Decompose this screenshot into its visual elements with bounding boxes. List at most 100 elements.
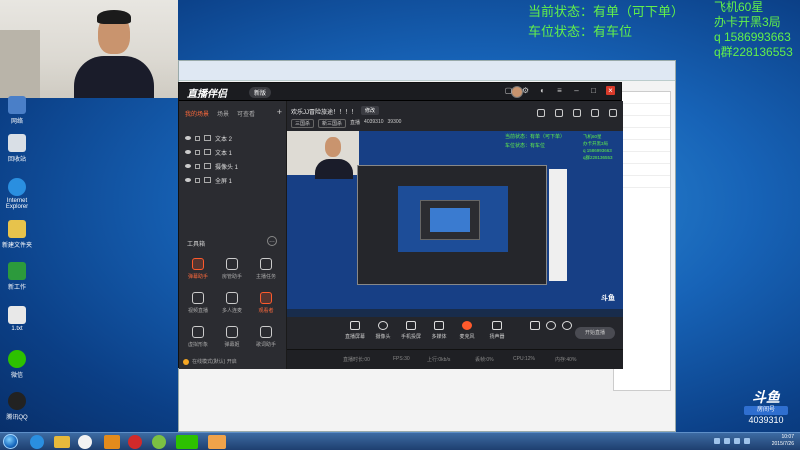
danmaku-icon [192, 258, 204, 270]
tool-multi-link[interactable]: 多人连麦 [215, 289, 249, 319]
media-button[interactable]: 多媒体 [427, 321, 451, 340]
windows-taskbar: 10:07 2015/7/26 [0, 432, 800, 450]
taskbar-chrome-icon[interactable] [78, 435, 92, 449]
category-tag[interactable]: 三国杀 [291, 119, 315, 128]
eye-icon[interactable] [185, 150, 191, 154]
tool-viewer[interactable]: 观看者 [249, 289, 283, 319]
preview-webcam [287, 131, 359, 179]
minimize-icon[interactable]: – [572, 86, 581, 95]
settings-icon[interactable] [609, 109, 617, 117]
eye-icon[interactable] [185, 136, 191, 140]
menu-icon[interactable]: ≡ [555, 86, 564, 95]
preview-contact-text: 飞机60星 办卡开黑3局 q 1586993663 q群228136553 [583, 134, 613, 160]
mode-notice[interactable]: 在线模式(默认) 开启 [183, 358, 237, 365]
maximize-icon[interactable]: □ [589, 86, 598, 95]
tray-icon[interactable] [744, 438, 750, 444]
lock-icon[interactable] [195, 163, 200, 169]
skin-icon[interactable]: ◐ [538, 86, 547, 95]
webcam-overlay [0, 0, 178, 98]
taskbar-folder-icon[interactable] [54, 436, 70, 448]
status-item: 上行:0kb/s [427, 357, 451, 363]
room-title: 欢乐JJ冒险旅途！！！！ [291, 110, 358, 116]
eye-icon[interactable] [185, 164, 191, 168]
taskbar-g-icon[interactable] [104, 435, 120, 449]
lock-icon[interactable] [555, 109, 563, 117]
desktop-icon-txt[interactable]: 1.txt [2, 306, 32, 332]
taskbar-netease-icon[interactable] [128, 435, 142, 449]
source-controls: 直播屏幕 摄像头 手机投屏 多媒体 麦克风 扬声器 开始直播 [287, 317, 623, 349]
status-item: 丢帧:0% [475, 357, 494, 363]
phone-cast-button[interactable]: 手机投屏 [399, 321, 423, 340]
taskbar-app-icon[interactable] [152, 435, 166, 449]
source-label: 全屏 1 [215, 178, 233, 185]
more-icon[interactable]: … [267, 236, 277, 246]
tray-icon[interactable] [734, 438, 740, 444]
window-controls: ▢ ⚙ ◐ ≡ – □ × [504, 86, 615, 95]
toolbox-title: 工具箱 [187, 242, 206, 248]
lock-icon[interactable] [195, 149, 200, 155]
gift-icon[interactable] [537, 109, 545, 117]
start-stream-button[interactable]: 开始直播 [575, 327, 615, 339]
header-icons [537, 109, 617, 117]
tool-danmaku-assistant[interactable]: 弹幕助手 [181, 255, 215, 285]
taskbar-wechat-icon[interactable] [176, 435, 198, 449]
tool-lyrics[interactable]: 歌词助手 [249, 323, 283, 353]
clock-date: 2015/7/26 [771, 441, 794, 447]
tool-anchor-task[interactable]: 主播任务 [249, 255, 283, 285]
desktop-icon-wechat[interactable]: 微信 [2, 350, 32, 379]
contact-line: 飞机60星 [714, 0, 764, 14]
settings-icon[interactable]: ⚙ [521, 86, 530, 95]
desktop-icon-network[interactable]: 网络 [2, 96, 32, 125]
category-tag[interactable]: 新三国杀 [318, 119, 347, 128]
tray-icon[interactable] [724, 438, 730, 444]
status-item: 内存:40% [555, 357, 577, 363]
desktop-icon-new-folder[interactable]: 新建文件夹 [2, 220, 32, 249]
text-source-icon [204, 149, 211, 155]
window-titlebar[interactable] [179, 61, 675, 81]
desktop-icon-excel[interactable]: 新工作 [2, 262, 32, 291]
tool-avatar[interactable]: 虚拟形象 [181, 323, 215, 353]
desktop-icon-ie[interactable]: Internet Explorer [2, 178, 32, 210]
contact-line: q群228136553 [714, 45, 793, 59]
tool-video-live[interactable]: 视频直播 [181, 289, 215, 319]
lock-icon[interactable] [195, 177, 200, 183]
camera-button[interactable]: 摄像头 [371, 321, 395, 340]
desktop-icon-qq[interactable]: 腾讯QQ [2, 392, 32, 421]
source-item[interactable]: 文本 1 [183, 145, 281, 159]
add-scene-icon[interactable]: + [277, 107, 282, 117]
lock-icon[interactable] [195, 135, 200, 141]
monitor-icon [350, 321, 360, 330]
version-badge[interactable]: 新版 [249, 87, 272, 98]
source-item[interactable]: 全屏 1 [183, 173, 281, 187]
start-button[interactable] [3, 434, 18, 449]
desktop-icon-recycle-bin[interactable]: 回收站 [2, 134, 32, 163]
text-source-icon [204, 135, 211, 141]
message-icon[interactable]: ▢ [504, 86, 513, 95]
close-icon[interactable]: × [606, 86, 615, 95]
tool-room-manager[interactable]: 房管助手 [215, 255, 249, 285]
seat-status: 车位状态：有车位 [528, 24, 633, 39]
download-icon [226, 326, 238, 338]
preview-status-text: 当前状态：有单（可下单） 车位状态：有车位 [505, 134, 566, 149]
taskbar-help-icon[interactable] [208, 435, 226, 449]
eye-icon[interactable] [185, 178, 191, 182]
microphone-button[interactable]: 麦克风 [455, 321, 479, 340]
bell-icon[interactable] [591, 109, 599, 117]
tab-scenes[interactable]: 场景 [217, 109, 229, 118]
stream-preview[interactable]: 当前状态：有单（可下单） 车位状态：有车位 飞机60星 办卡开黑3局 q 158… [287, 131, 623, 317]
tool-danmaku-ji[interactable]: 弹幕姬 [215, 323, 249, 353]
speaker-button[interactable]: 扬声器 [485, 321, 509, 340]
edit-title-button[interactable]: 修改 [361, 106, 380, 115]
source-item[interactable]: 文本 2 [183, 131, 281, 145]
taskbar-ie-icon[interactable] [30, 435, 44, 449]
tray-icon[interactable] [714, 438, 720, 444]
app-titlebar[interactable]: 直播伴侣 新版 ▢ ⚙ ◐ ≡ – □ × [179, 83, 621, 101]
source-item[interactable]: 摄像头 1 [183, 159, 281, 173]
tab-viewable[interactable]: 可查看 [237, 109, 255, 118]
preview-douyu-logo: 斗鱼 [601, 295, 615, 302]
tab-my-scenes[interactable]: 我的场景 [185, 109, 209, 118]
phone-icon [406, 321, 416, 330]
share-icon[interactable] [573, 109, 581, 117]
clock[interactable]: 10:07 2015/7/26 [772, 434, 794, 448]
screen-capture-button[interactable]: 直播屏幕 [343, 321, 367, 340]
